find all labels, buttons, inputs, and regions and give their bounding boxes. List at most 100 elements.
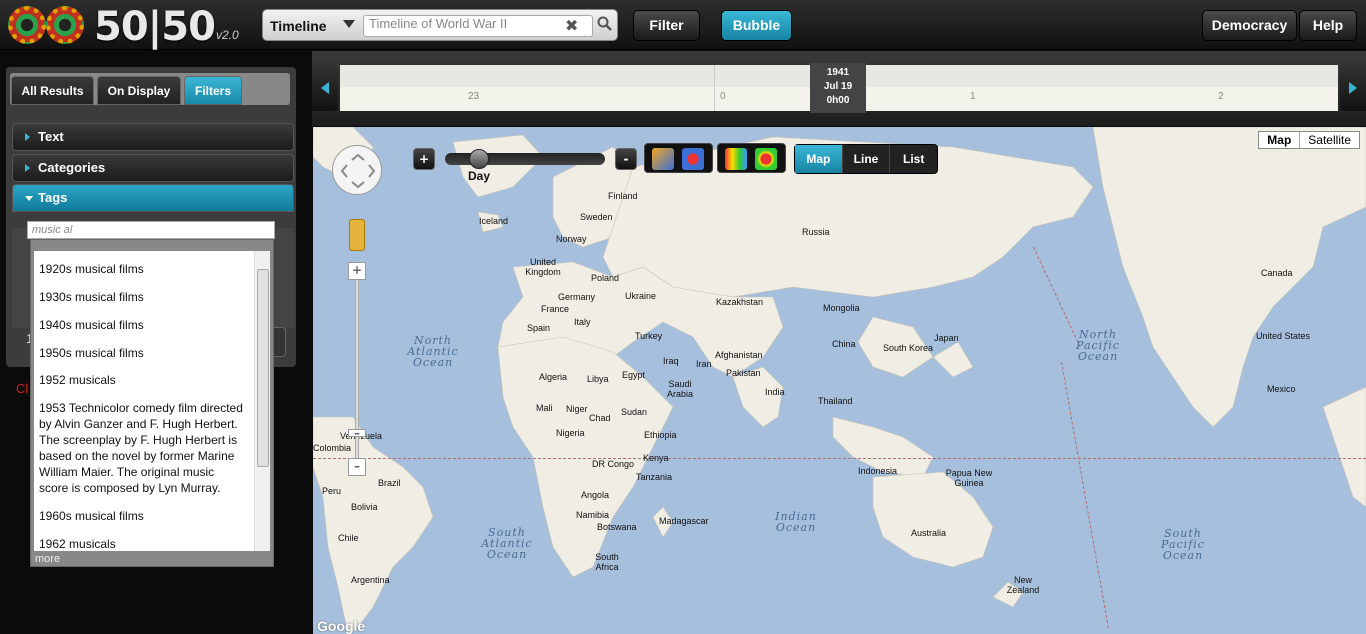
tab-bar: All Results On Display Filters [10, 73, 290, 105]
ocean-label: South Atlantic Ocean [481, 526, 533, 561]
ocean-label: North Pacific Ocean [1076, 328, 1120, 363]
search-input[interactable]: Timeline of World War II [363, 15, 593, 37]
country-label: Finland [608, 191, 638, 201]
ocean-label: South Pacific Ocean [1161, 527, 1205, 562]
country-label: Japan [934, 333, 959, 343]
country-label: Iran [696, 359, 712, 369]
zoom-in-button[interactable]: + [348, 262, 366, 280]
section-categories[interactable]: Categories [12, 154, 294, 182]
country-label: Iraq [663, 356, 679, 366]
gear-logo-icon [8, 6, 46, 44]
timeline[interactable]: 23 0 1 2 1941 Jul 19 0h00 [312, 51, 1366, 126]
section-text[interactable]: Text [12, 123, 294, 151]
clear-link[interactable]: Cl [16, 381, 28, 396]
scale-plus-button[interactable]: + [413, 148, 435, 170]
export-icon-group [644, 143, 713, 173]
view-list-button[interactable]: List [890, 145, 937, 173]
autocomplete-list: 1920s musical films 1930s musical films … [34, 251, 270, 551]
list-item[interactable]: 1920s musical films [34, 257, 270, 282]
tick-label: 0 [720, 91, 726, 102]
section-tags[interactable]: Tags [12, 184, 294, 212]
country-label: Bolivia [351, 502, 378, 512]
country-label: Ethiopia [644, 430, 677, 440]
html5-export-icon[interactable] [652, 148, 674, 170]
scale-label: Day [468, 169, 491, 183]
triangle-right-icon [25, 133, 30, 141]
section-label: Categories [38, 160, 106, 175]
country-label: South Africa [595, 552, 619, 572]
google-share-icon[interactable] [725, 148, 747, 170]
country-label: Germany [558, 292, 596, 302]
country-label: Saudi Arabia [666, 379, 693, 399]
tab-filters[interactable]: Filters [184, 76, 242, 105]
version-label: v2.0 [216, 28, 239, 42]
help-button[interactable]: Help [1299, 10, 1357, 41]
view-map-button[interactable]: Map [795, 145, 843, 173]
scale-minus-button[interactable]: - [615, 148, 637, 170]
country-label: Pakistan [726, 368, 761, 378]
timeline-left-button[interactable] [312, 65, 338, 111]
no-share-icon[interactable] [755, 148, 777, 170]
country-label: Sudan [621, 407, 648, 417]
list-item[interactable]: 1930s musical films [34, 285, 270, 310]
scrollbar-thumb[interactable] [257, 269, 269, 467]
tag-search-input[interactable]: music al [27, 221, 275, 239]
map-type-map[interactable]: Map [1259, 132, 1301, 148]
logo[interactable]: 50|50 v2.0 [8, 4, 248, 50]
country-label: Spain [527, 323, 551, 333]
country-label: Turkey [635, 331, 663, 341]
country-label: Australia [911, 528, 947, 538]
equator-line [313, 458, 1366, 459]
country-label: Poland [591, 273, 620, 283]
google-logo: Google [317, 618, 366, 634]
country-label: Mongolia [823, 303, 860, 313]
country-label: Namibia [576, 510, 610, 520]
list-item[interactable]: 1950s musical films [34, 341, 270, 366]
map-type-satellite[interactable]: Satellite [1300, 132, 1359, 148]
ocean-label: North Atlantic Ocean [407, 334, 459, 369]
pan-control[interactable] [332, 145, 382, 195]
timeline-marker[interactable]: 1941 Jul 19 0h00 [810, 63, 866, 113]
view-mode-control: Map Line List [794, 144, 938, 174]
view-line-button[interactable]: Line [843, 145, 891, 173]
country-label: Nigeria [556, 428, 585, 438]
ocean-label: Indian Ocean [775, 510, 817, 534]
logo-text: 50|50 [94, 4, 216, 50]
country-label: Tanzania [636, 472, 673, 482]
tab-on-display[interactable]: On Display [97, 76, 181, 105]
tab-all-results[interactable]: All Results [11, 76, 94, 105]
bubble-button[interactable]: Bubble [721, 10, 792, 41]
country-label: Peru [322, 486, 342, 496]
scrollbar[interactable] [254, 251, 270, 551]
list-item[interactable]: 1960s musical films [34, 504, 270, 529]
country-label: Ukraine [625, 291, 657, 301]
street-view-pegman-icon[interactable] [349, 219, 365, 251]
filter-button[interactable]: Filter [633, 10, 700, 41]
country-label: Indonesia [858, 466, 898, 476]
country-label: Iceland [479, 216, 509, 226]
zoom-slider-thumb[interactable]: – [348, 427, 366, 439]
list-item[interactable]: 1962 musicals [34, 532, 270, 551]
country-label: Afghanistan [715, 350, 763, 360]
clear-icon[interactable]: ✖ [565, 16, 578, 35]
democracy-button[interactable]: Democracy [1202, 10, 1297, 41]
country-label: Egypt [622, 370, 646, 380]
arrow-left-icon [321, 82, 329, 94]
timeline-right-button[interactable] [1340, 65, 1366, 111]
no-export-icon[interactable] [682, 148, 704, 170]
country-label: United Kingdom [525, 257, 561, 277]
list-item[interactable]: 1952 musicals [34, 368, 270, 393]
share-icon-group [717, 143, 786, 173]
zoom-out-button[interactable]: – [348, 458, 366, 476]
list-item[interactable]: 1953 Technicolor comedy film directed by… [34, 396, 270, 501]
search-icon[interactable] [597, 16, 613, 32]
world-map[interactable]: Iceland Finland Sweden Norway Russia Uni… [313, 127, 1366, 634]
search-box: Timeline Timeline of World War II ✖ [262, 9, 618, 41]
scale-slider-knob[interactable] [469, 149, 489, 169]
pan-arrows-icon [340, 153, 376, 189]
more-link[interactable]: more [35, 553, 60, 565]
country-label: Madagascar [659, 516, 709, 526]
arrow-right-icon [1349, 82, 1357, 94]
chevron-down-icon[interactable] [343, 20, 355, 28]
list-item[interactable]: 1940s musical films [34, 313, 270, 338]
